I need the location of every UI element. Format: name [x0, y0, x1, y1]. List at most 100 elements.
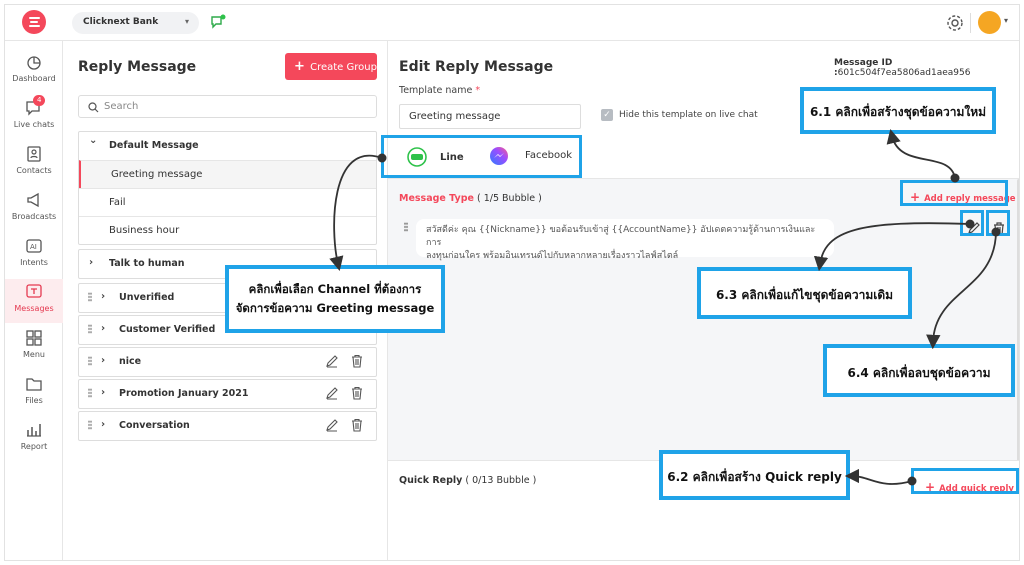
group-conversation[interactable]: › Conversation [78, 411, 377, 441]
sidebar-item-dashboard[interactable]: Dashboard [5, 49, 63, 93]
sidebar-item-files[interactable]: Files [5, 371, 63, 415]
template-name-input[interactable]: Greeting message [399, 104, 581, 129]
pencil-icon[interactable] [325, 418, 339, 432]
avatar[interactable] [978, 11, 1001, 34]
message-id-value: 601c504f7ea5806ad1aea956 [837, 68, 971, 78]
chevron-down-icon: ▾ [184, 17, 189, 26]
template-name-label-text: Template name [399, 85, 473, 96]
group-promotion-january-2021[interactable]: › Promotion January 2021 [78, 379, 377, 409]
highlight-channel-tabs [381, 135, 582, 178]
sidebar-item-messages[interactable]: Messages [5, 279, 63, 323]
drag-handle-icon[interactable] [404, 222, 408, 232]
group-name: Conversation [119, 420, 190, 431]
group-nice[interactable]: › nice [78, 347, 377, 377]
pencil-icon[interactable] [325, 354, 339, 368]
required-mark: * [475, 85, 481, 96]
message-type-heading: Message Type ( 1/5 Bubble ) [399, 193, 542, 204]
folder-icon [26, 378, 42, 391]
callout-6-1: 6.1 คลิกเพื่อสร้างชุดข้อความใหม่ [800, 87, 996, 134]
chevron-down-icon[interactable]: ▾ [1004, 16, 1008, 25]
workspace-selector[interactable]: Clicknext Bank ▾ [72, 12, 199, 34]
create-group-button[interactable]: + Create Group [285, 53, 377, 80]
sidebar-item-label: Intents [20, 258, 48, 267]
list-item-business-hour[interactable]: Business hour [79, 216, 376, 244]
top-bar: Clicknext Bank ▾ ▾ [5, 5, 1019, 41]
sidebar: Dashboard 4 Live chats Contacts Broadcas… [5, 41, 63, 560]
highlight-add-quick [911, 468, 1019, 494]
message-bubble[interactable]: สวัสดีค่ะ คุณ {{Nickname}} ขอต้อนรับเข้า… [416, 219, 834, 261]
workspace-name: Clicknext Bank [83, 17, 159, 27]
template-name-label: Template name * [399, 85, 480, 96]
highlight-add-reply [900, 180, 1008, 206]
list-item-label: Fail [109, 197, 126, 208]
chart-icon [27, 424, 41, 437]
sidebar-item-label: Dashboard [12, 74, 56, 83]
sidebar-item-label: Live chats [13, 120, 55, 129]
drag-handle-icon[interactable] [88, 388, 92, 398]
chat-notification-icon[interactable] [210, 14, 226, 30]
group-name: Default Message [109, 140, 199, 151]
highlight-delete [986, 210, 1010, 236]
sidebar-item-label: Messages [14, 304, 54, 313]
sidebar-item-label: Report [20, 442, 48, 451]
page-title: Reply Message [78, 59, 197, 75]
list-item-greeting-message[interactable]: Greeting message [79, 160, 376, 188]
drag-handle-icon[interactable] [88, 324, 92, 334]
sidebar-item-intents[interactable]: AI Intents [5, 233, 63, 277]
divider [970, 13, 971, 33]
group-default-message: ⌄ Default Message Greeting message Fail … [78, 131, 377, 245]
callout-text-line: จัดการข้อความ Greeting message [235, 301, 435, 315]
quick-reply-label: Quick Reply [399, 475, 463, 486]
drag-handle-icon[interactable] [88, 292, 92, 302]
chevron-down-icon: ⌄ [89, 135, 98, 146]
message-type-section: Message Type ( 1/5 Bubble ) + Add reply m… [388, 178, 1019, 489]
trash-icon[interactable] [350, 386, 364, 400]
group-header[interactable]: › Promotion January 2021 [79, 380, 376, 408]
checkbox-check-icon[interactable]: ✓ [601, 109, 613, 121]
sidebar-item-broadcasts[interactable]: Broadcasts [5, 187, 63, 231]
list-item-fail[interactable]: Fail [79, 188, 376, 216]
scrollbar[interactable] [1017, 179, 1019, 489]
group-name: Talk to human [109, 258, 185, 269]
drag-handle-icon[interactable] [88, 420, 92, 430]
hide-label: Hide this template on live chat [619, 110, 758, 120]
unread-badge: 4 [33, 95, 46, 106]
callout-text-line: คลิกเพื่อเลือก Channel ที่ต้องการ [248, 282, 422, 296]
list-item-label: Greeting message [111, 169, 203, 180]
dashboard-icon [27, 56, 41, 70]
drag-handle-icon[interactable] [88, 356, 92, 366]
sidebar-item-label: Menu [23, 350, 45, 359]
list-item-label: Business hour [109, 225, 180, 236]
megaphone-icon [27, 192, 39, 208]
gear-icon[interactable] [945, 13, 965, 33]
quick-reply-count: ( 0/13 Bubble ) [465, 475, 537, 486]
chevron-right-icon: › [101, 419, 106, 430]
highlight-edit [960, 210, 984, 236]
group-header[interactable]: ⌄ Default Message [79, 132, 376, 160]
sidebar-item-live-chats[interactable]: 4 Live chats [5, 95, 63, 139]
hide-on-live-chat-checkbox[interactable]: ✓ Hide this template on live chat [601, 109, 758, 121]
message-id: Message ID :601c504f7ea5806ad1aea956 [834, 58, 1019, 78]
bubble-text-line: สวัสดีค่ะ คุณ {{Nickname}} ขอต้อนรับเข้า… [426, 225, 816, 248]
chevron-right-icon: › [101, 355, 106, 366]
trash-icon[interactable] [350, 418, 364, 432]
sidebar-item-menu[interactable]: Menu [5, 325, 63, 369]
group-header[interactable]: › nice [79, 348, 376, 376]
trash-icon[interactable] [350, 354, 364, 368]
callout-6-4: 6.4 คลิกเพื่อลบชุดข้อความ [823, 344, 1015, 397]
pencil-icon[interactable] [325, 386, 339, 400]
chevron-right-icon: › [101, 323, 106, 334]
create-group-label: Create Group [310, 62, 377, 73]
search-input[interactable]: Search [78, 95, 377, 118]
callout-6-3: 6.3 คลิกเพื่อแก้ไขชุดข้อความเดิม [697, 267, 912, 319]
group-header[interactable]: › Conversation [79, 412, 376, 440]
group-name: Customer Verified [119, 324, 216, 335]
callout-6-2: 6.2 คลิกเพื่อสร้าง Quick reply [659, 450, 850, 500]
plus-icon: + [294, 59, 305, 74]
sidebar-item-contacts[interactable]: Contacts [5, 141, 63, 185]
sidebar-item-report[interactable]: Report [5, 417, 63, 461]
chevron-right-icon: › [89, 257, 94, 268]
message-type-label: Message Type [399, 193, 474, 204]
app-logo-icon[interactable] [22, 10, 46, 34]
sidebar-item-label: Broadcasts [11, 212, 57, 221]
